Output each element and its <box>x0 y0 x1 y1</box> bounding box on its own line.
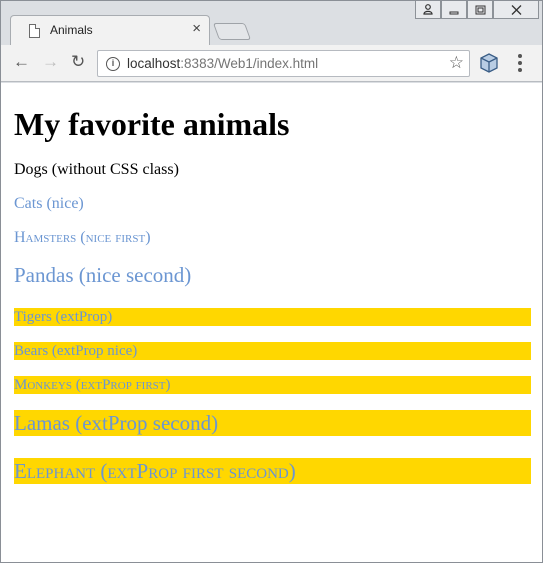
animal-item-dogs: Dogs (without CSS class) <box>14 161 179 178</box>
page-viewport: My favorite animals Dogs (without CSS cl… <box>1 83 542 562</box>
animal-item-cats: Cats (nice) <box>14 195 84 212</box>
page-content: My favorite animals Dogs (without CSS cl… <box>1 83 542 484</box>
bookmark-star-icon[interactable]: ☆ <box>449 53 464 73</box>
page-heading: My favorite animals <box>14 106 290 142</box>
tab-animals[interactable]: Animals × <box>10 15 210 46</box>
animal-item-lamas: Lamas (extProp second) <box>14 410 531 436</box>
browser-toolbar: ← → ↻ i localhost:8383/Web1/index.html ☆ <box>1 45 542 82</box>
close-icon[interactable] <box>493 1 539 19</box>
animal-item-bears: Bears (extProp nice) <box>14 342 531 360</box>
forward-icon[interactable]: → <box>42 53 59 71</box>
animal-item-pandas: Pandas (nice second) <box>14 263 192 287</box>
page-icon <box>29 24 40 38</box>
animal-item-monkeys: Monkeys (extProp first) <box>14 376 531 394</box>
address-bar[interactable]: i localhost:8383/Web1/index.html ☆ <box>97 50 470 77</box>
url-path: :8383/Web1/index.html <box>180 56 319 71</box>
animal-item-tigers: Tigers (extProp) <box>14 308 531 326</box>
minimize-icon[interactable] <box>441 1 467 19</box>
tab-title: Animals <box>50 23 93 37</box>
extension-cube-icon[interactable] <box>480 53 498 73</box>
profile-icon[interactable] <box>415 1 441 19</box>
url-text[interactable]: localhost:8383/Web1/index.html <box>127 56 318 71</box>
tab-strip: Animals × <box>1 1 542 46</box>
browser-window: Animals × ← → ↻ i localhost:8383/Web1/in… <box>0 0 543 563</box>
animal-item-elephant: Elephant (extProp first second) <box>14 458 531 484</box>
animal-item-hamsters: Hamsters (nice first) <box>14 229 151 246</box>
site-info-icon[interactable]: i <box>106 57 120 71</box>
reload-icon[interactable]: ↻ <box>71 53 85 71</box>
maximize-icon[interactable] <box>467 1 493 19</box>
url-host: localhost <box>127 56 181 71</box>
new-tab-button[interactable] <box>212 23 252 40</box>
window-controls <box>415 1 539 19</box>
back-icon[interactable]: ← <box>13 53 30 71</box>
menu-kebab-icon[interactable] <box>515 54 525 72</box>
tab-close-icon[interactable]: × <box>192 20 201 37</box>
